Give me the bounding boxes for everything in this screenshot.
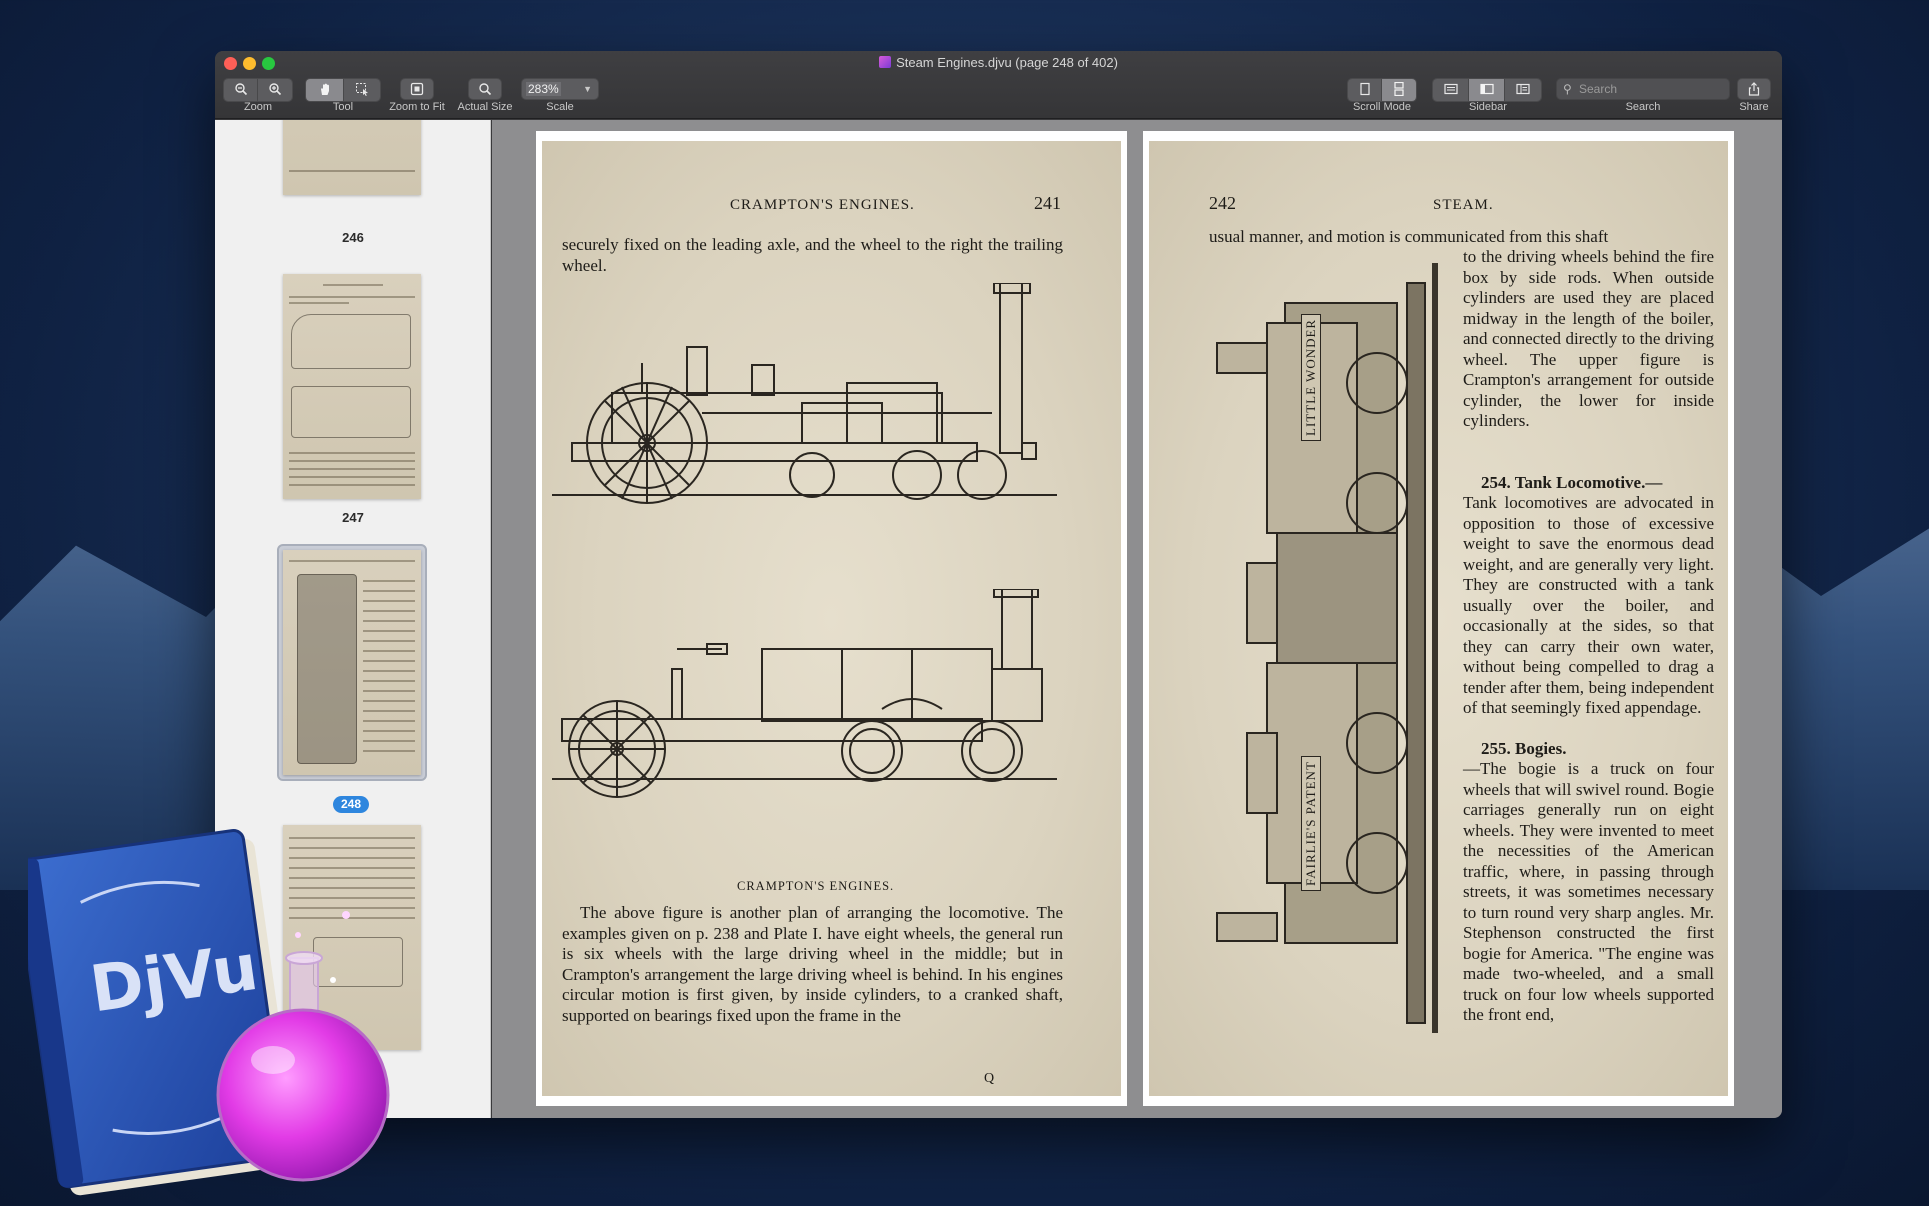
search-icon: ⚲	[1563, 82, 1572, 96]
actual-size-group	[468, 78, 502, 100]
zoom-in-icon	[269, 83, 282, 96]
section-heading: 254. Tank Locomotive.—	[1481, 473, 1663, 492]
single-page-mode-button[interactable]	[1348, 79, 1382, 101]
scale-group: 283% ▼	[521, 78, 599, 100]
document-icon	[879, 56, 892, 68]
zoom-in-button[interactable]	[258, 79, 292, 101]
window-title: Steam Engines.djvu (page 248 of 402)	[215, 55, 1782, 70]
tank-locomotive-engraving	[1216, 263, 1438, 1033]
sidebar-thumbnails-button[interactable]	[1469, 79, 1505, 101]
crampton-engine-inside-cylinder-engraving	[552, 589, 1057, 798]
continuous-pages-icon	[1394, 81, 1404, 97]
single-page-icon	[1359, 82, 1370, 96]
zoom-label: Zoom	[243, 101, 273, 113]
sidebar-mode-group	[1432, 78, 1542, 102]
share-group	[1737, 78, 1771, 100]
page-number: 242	[1209, 193, 1236, 213]
hand-icon	[320, 83, 329, 95]
scale-label: Scale	[546, 101, 574, 113]
page-241: CRAMPTON'S ENGINES. 241 securely fixed o…	[536, 131, 1127, 1106]
hand-tool-button[interactable]	[306, 79, 344, 101]
running-head: CRAMPTON'S ENGINES.	[730, 197, 915, 213]
section-heading: 255. Bogies.	[1481, 739, 1567, 758]
crampton-engine-outside-cylinder-engraving	[552, 283, 1057, 504]
page-scan: 242 STEAM. usual manner, and motion is c…	[1149, 141, 1728, 1096]
zoom-group	[223, 78, 293, 102]
scale-dropdown[interactable]: 283% ▼	[521, 78, 599, 100]
engraving-plate-label: LITTLE WONDER	[1301, 313, 1321, 441]
thumbnail-label: 246	[342, 230, 364, 245]
share-label: Share	[1739, 101, 1769, 113]
sidebar-off-icon	[1443, 83, 1458, 95]
paragraph: usual manner, and motion is communicated…	[1209, 227, 1609, 246]
zoom-out-button[interactable]	[224, 79, 258, 101]
page-scan: CRAMPTON'S ENGINES. 241 securely fixed o…	[542, 141, 1121, 1096]
running-head: STEAM.	[1433, 197, 1494, 213]
page-242: 242 STEAM. usual manner, and motion is c…	[1143, 131, 1734, 1106]
tool-label: Tool	[332, 101, 354, 113]
zoom-to-fit-group	[400, 78, 434, 100]
magnifier-icon	[479, 83, 492, 96]
sidebar-outline-button[interactable]	[1505, 79, 1541, 101]
paragraph: —The bogie is a truck on four wheels tha…	[1463, 759, 1714, 1024]
search-label: Search	[1625, 101, 1661, 113]
thumbnail-page-248[interactable]	[283, 550, 421, 775]
scroll-mode-group	[1347, 78, 1417, 102]
scroll-mode-label: Scroll Mode	[1352, 101, 1412, 113]
paragraph: to the driving wheels behind the fire bo…	[1463, 247, 1714, 430]
search-field[interactable]: ⚲ Search	[1556, 78, 1730, 100]
zoom-out-icon	[234, 83, 247, 96]
actual-size-button[interactable]	[468, 78, 502, 100]
zoom-to-fit-button[interactable]	[400, 78, 434, 100]
current-page-badge: 248	[333, 796, 369, 813]
engraving-plate-label: FAIRLIE'S PATENT	[1301, 756, 1321, 891]
paragraph: The above figure is another plan of arra…	[562, 903, 1063, 1025]
thumbnail-page-246[interactable]	[283, 120, 421, 195]
signature-mark: Q	[984, 1071, 996, 1086]
thumbnail-page-247[interactable]	[283, 274, 421, 499]
sidebar-thumbnails-icon	[1479, 83, 1494, 95]
paragraph: Tank locomotives are advocated in opposi…	[1463, 493, 1714, 717]
fit-page-icon	[410, 82, 424, 96]
text-select-icon	[356, 83, 368, 96]
search-group: ⚲ Search	[1556, 78, 1730, 100]
djvu-app-icon: DjVu	[28, 829, 390, 1196]
actual-size-label: Actual Size	[457, 101, 513, 113]
chevron-down-icon: ▼	[583, 84, 592, 94]
sidebar-outline-icon	[1516, 83, 1530, 95]
tool-group	[305, 78, 381, 102]
zoom-to-fit-label: Zoom to Fit	[389, 101, 445, 113]
continuous-scroll-button[interactable]	[1382, 79, 1416, 101]
thumbnail-label: 247	[342, 510, 364, 525]
figure-caption: CRAMPTON'S ENGINES.	[737, 879, 895, 893]
document-view[interactable]: CRAMPTON'S ENGINES. 241 securely fixed o…	[492, 120, 1782, 1118]
sidebar-label: Sidebar	[1469, 101, 1507, 113]
paragraph: securely fixed on the leading axle, and …	[562, 235, 1063, 275]
share-icon	[1748, 82, 1760, 96]
toolbar: Steam Engines.djvu (page 248 of 402) Zoo…	[215, 51, 1782, 119]
share-button[interactable]	[1737, 78, 1771, 100]
app-window: Steam Engines.djvu (page 248 of 402) Zoo…	[215, 51, 1782, 1118]
sidebar-hidden-button[interactable]	[1433, 79, 1469, 101]
page-number: 241	[1034, 193, 1061, 213]
select-tool-button[interactable]	[344, 79, 380, 101]
